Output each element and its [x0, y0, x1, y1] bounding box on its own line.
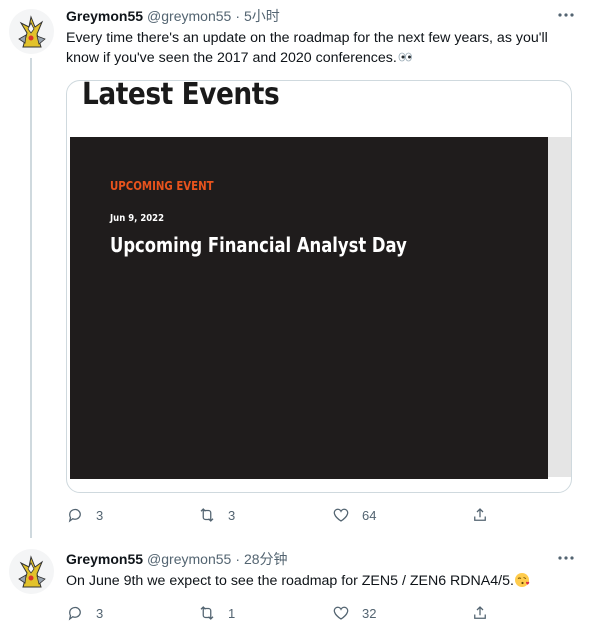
tweet-body: On June 9th we expect to see the roadmap… — [66, 573, 514, 589]
share-icon — [474, 508, 486, 521]
event-date: Jun 9, 2022 — [110, 213, 164, 224]
timestamp[interactable]: 5小时 — [244, 7, 280, 25]
tweet-header: Greymon55 @greymon55 · 28分钟 — [66, 550, 575, 568]
like-button[interactable]: 32 — [332, 604, 376, 622]
retweet-count: 1 — [228, 605, 236, 621]
reply-icon — [68, 606, 81, 621]
share-icon — [474, 606, 486, 619]
tweet-text: On June 9th we expect to see the roadmap… — [66, 571, 575, 591]
avatar[interactable] — [9, 549, 54, 594]
event-title: Upcoming Financial Analyst Day — [110, 233, 407, 257]
event-label: UPCOMING EVENT — [110, 179, 214, 193]
tweet-content: Greymon55 @greymon55 · 28分钟 On June 9th … — [66, 550, 575, 591]
thread-line — [30, 58, 32, 538]
reply-count: 3 — [96, 507, 104, 523]
avatar-image — [18, 555, 46, 588]
tweet-body: Every time there's an update on the road… — [66, 30, 548, 66]
tweet-actions: 3 1 32 — [66, 604, 486, 624]
tweet-actions: 3 3 64 — [66, 506, 486, 526]
tweet[interactable]: Greymon55 @greymon55 · 5小时 Every time th… — [0, 0, 591, 538]
card-scroll-strip — [548, 137, 571, 477]
display-name[interactable]: Greymon55 — [66, 550, 143, 568]
like-button[interactable]: 64 — [332, 506, 376, 524]
kissing-heart-emoji — [514, 573, 530, 587]
more-icon[interactable] — [557, 550, 575, 564]
share-button[interactable] — [471, 604, 489, 622]
display-name[interactable]: Greymon55 — [66, 7, 143, 25]
avatar-image — [18, 15, 46, 48]
retweet-button[interactable]: 1 — [198, 604, 235, 622]
user-handle[interactable]: @greymon55 — [147, 550, 231, 568]
reply-button[interactable]: 3 — [66, 506, 103, 524]
eyes-emoji — [398, 52, 412, 62]
separator-dot: · — [235, 551, 240, 567]
retweet-button[interactable]: 3 — [198, 506, 235, 524]
like-count: 32 — [362, 605, 377, 621]
timestamp[interactable]: 28分钟 — [244, 550, 288, 568]
reply-icon — [68, 508, 81, 523]
heart-icon — [333, 606, 349, 620]
tweet-text: Every time there's an update on the road… — [66, 28, 575, 68]
reply-count: 3 — [96, 605, 104, 621]
tweet[interactable]: Greymon55 @greymon55 · 28分钟 On June 9th … — [0, 538, 591, 630]
retweet-icon — [200, 508, 214, 522]
tweet-content: Greymon55 @greymon55 · 5小时 Every time th… — [66, 7, 575, 68]
link-card[interactable]: Latest Events UPCOMING EVENT Jun 9, 2022… — [66, 80, 572, 493]
separator-dot: · — [235, 8, 240, 24]
retweet-icon — [200, 606, 214, 620]
tweet-header: Greymon55 @greymon55 · 5小时 — [66, 7, 575, 25]
heart-icon — [333, 508, 349, 522]
user-handle[interactable]: @greymon55 — [147, 7, 231, 25]
event-panel[interactable]: UPCOMING EVENT Jun 9, 2022 Upcoming Fina… — [70, 137, 548, 479]
retweet-count: 3 — [228, 507, 236, 523]
like-count: 64 — [362, 507, 377, 523]
card-title: Latest Events — [82, 80, 280, 112]
reply-button[interactable]: 3 — [66, 604, 103, 622]
more-icon[interactable] — [557, 7, 575, 21]
avatar[interactable] — [9, 9, 54, 54]
share-button[interactable] — [471, 506, 489, 524]
